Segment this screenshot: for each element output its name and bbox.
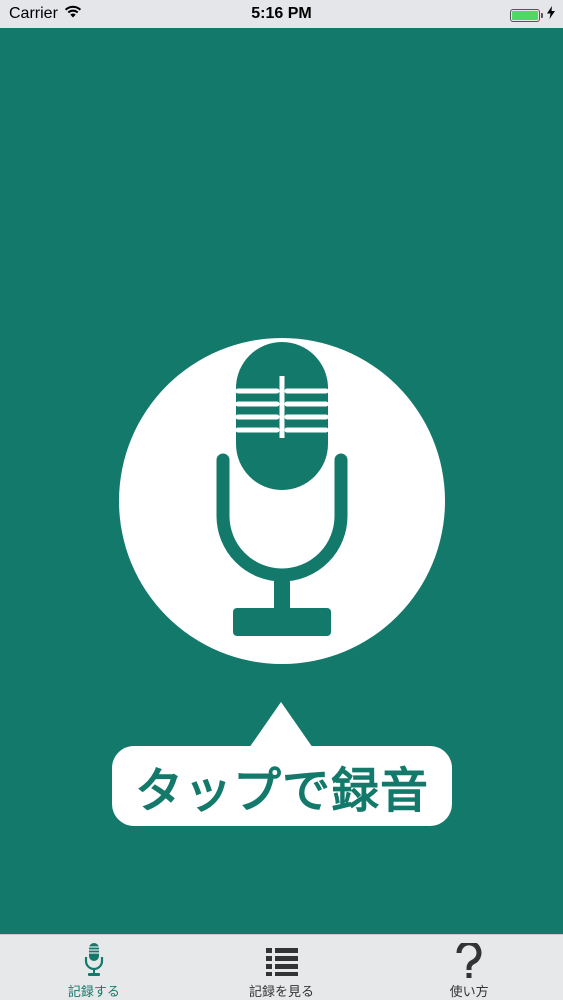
callout-arrow — [249, 702, 313, 748]
tab-how-to-use[interactable]: 使い方 — [375, 935, 563, 1000]
microphone-icon — [216, 342, 348, 636]
list-icon — [264, 943, 300, 979]
tab-how-to-use-label: 使い方 — [449, 984, 489, 999]
battery-fill — [512, 10, 538, 20]
tab-view-records-label: 記録を見る — [249, 984, 315, 999]
tab-view-records[interactable]: 記録を見る — [188, 935, 376, 1000]
battery-tip — [541, 12, 543, 18]
status-right — [510, 6, 555, 24]
callout-box: タップで録音 — [112, 746, 452, 826]
tab-bar: 記録する 記録を見る 使い方 — [0, 934, 563, 1000]
status-time: 5:16 PM — [251, 5, 312, 22]
tab-record-label: 記録する — [67, 984, 120, 999]
status-bar: Carrier 5:16 PM — [0, 0, 563, 28]
microphone-icon — [76, 943, 112, 979]
tap-to-record-callout: タップで録音 — [112, 702, 452, 830]
record-screen: タップで録音 — [0, 28, 563, 934]
battery-icon — [510, 8, 540, 22]
callout-text: タップで録音 — [134, 765, 429, 818]
tab-record[interactable]: 記録する — [0, 935, 188, 1000]
charging-bolt-icon — [547, 6, 555, 24]
question-icon — [451, 943, 487, 979]
record-button[interactable] — [119, 338, 445, 664]
